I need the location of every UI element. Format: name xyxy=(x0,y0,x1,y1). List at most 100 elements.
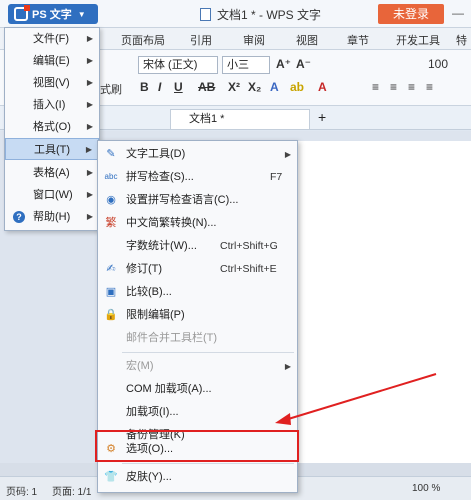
menu-item-view[interactable]: 视图(V) ▶ xyxy=(5,72,99,94)
menu-separator xyxy=(122,352,294,353)
menu-item-spell-language[interactable]: ◉ 设置拼写检查语言(C)... xyxy=(98,189,297,212)
chevron-right-icon: ▶ xyxy=(86,34,93,43)
subscript-icon[interactable]: X₂ xyxy=(248,80,261,94)
wps-logo-icon xyxy=(14,5,30,21)
status-page-count: 页面: 1/1 xyxy=(52,487,92,498)
align-left-icon[interactable]: ≡ xyxy=(372,80,379,94)
menu-item-label: 编辑(E) xyxy=(33,55,70,67)
tab-section[interactable]: 章节 xyxy=(347,32,369,48)
menu-item-compare[interactable]: ▣ 比较(B)... xyxy=(98,281,297,304)
tab-review[interactable]: 审阅 xyxy=(243,32,265,48)
menu-item-tools[interactable]: 工具(T) ▶ xyxy=(5,138,99,160)
menu-item-addins[interactable]: 加载项(I)... xyxy=(98,401,297,424)
tab-view[interactable]: 视图 xyxy=(296,32,318,48)
menu-item-label: 插入(I) xyxy=(33,99,66,111)
menu-item-label: 窗口(W) xyxy=(33,189,73,201)
login-button[interactable]: 未登录 xyxy=(378,4,444,24)
compare-icon: ▣ xyxy=(105,286,117,298)
main-menu: 文件(F) ▶ 编辑(E) ▶ 视图(V) ▶ 插入(I) ▶ 格式(O) ▶ 工具(T)… xyxy=(4,27,100,231)
menu-item-label: 工具(T) xyxy=(34,144,71,156)
tab-developer[interactable]: 开发工具 xyxy=(396,32,440,48)
text-tools-icon: ✎ xyxy=(106,148,116,160)
menu-item-label: 宏(M) xyxy=(126,360,154,372)
spell-check-icon: abc xyxy=(104,172,118,181)
menu-item-file[interactable]: 文件(F) ▶ xyxy=(5,28,99,50)
menu-item-help[interactable]: ? 帮助(H) ▶ xyxy=(5,206,99,228)
font-color-icon[interactable]: A xyxy=(318,80,327,94)
align-right-icon[interactable]: ≡ xyxy=(408,80,415,94)
menu-item-label: 视图(V) xyxy=(33,77,70,89)
grow-font-icon[interactable]: A⁺ xyxy=(276,57,291,71)
chevron-right-icon: ▶ xyxy=(284,362,291,371)
menu-item-label: 帮助(H) xyxy=(33,211,71,223)
menu-item-edit[interactable]: 编辑(E) ▶ xyxy=(5,50,99,72)
italic-icon[interactable]: I xyxy=(158,80,161,94)
menu-item-label: 字数统计(W)... xyxy=(126,240,197,252)
text-effect-icon[interactable]: A xyxy=(270,80,279,94)
lock-icon: 🔒 xyxy=(104,309,118,321)
menu-item-mail-merge: 邮件合并工具栏(T) xyxy=(98,327,297,350)
language-icon: ◉ xyxy=(106,194,116,206)
menu-item-label: 拼写检查(S)... xyxy=(126,171,194,183)
title-bar: PS 文字 ▼ 文档1 * - WPS 文字 未登录 — xyxy=(0,0,471,28)
menu-item-label: 限制编辑(P) xyxy=(126,309,185,321)
menu-item-label: COM 加载项(A)... xyxy=(126,383,212,395)
menu-item-label: 表格(A) xyxy=(33,167,70,179)
superscript-icon[interactable]: X² xyxy=(228,80,240,94)
chevron-right-icon: ▶ xyxy=(86,190,93,199)
chevron-right-icon: ▶ xyxy=(86,168,93,177)
shrink-font-icon[interactable]: A⁻ xyxy=(296,57,311,71)
menu-item-label: 中文简繁转换(N)... xyxy=(126,217,217,229)
menu-item-text-tools[interactable]: ✎ 文字工具(D) ▶ xyxy=(98,143,297,166)
help-icon: ? xyxy=(13,211,25,223)
menu-item-table[interactable]: 表格(A) ▶ xyxy=(5,162,99,184)
menu-item-window[interactable]: 窗口(W) ▶ xyxy=(5,184,99,206)
underline-icon[interactable]: U xyxy=(174,80,183,94)
tab-page-layout[interactable]: 页面布局 xyxy=(121,32,165,48)
menu-item-chinese-conversion[interactable]: 繁中文简繁转换(N)... xyxy=(98,212,297,235)
wps-menu-button[interactable]: PS 文字 ▼ xyxy=(8,4,98,24)
menu-item-label: 格式(O) xyxy=(33,121,71,133)
new-tab-icon[interactable]: + xyxy=(318,109,326,125)
window-title: 文档1 * - WPS 文字 xyxy=(200,6,321,23)
chevron-right-icon: ▶ xyxy=(86,100,93,109)
menu-item-label: 修订(T) xyxy=(126,263,163,275)
menu-item-revision[interactable]: ✍ 修订(T) Ctrl+Shift+E xyxy=(98,258,297,281)
status-page-number: 页码: 1 xyxy=(6,487,38,498)
menu-item-insert[interactable]: 插入(I) ▶ xyxy=(5,94,99,116)
menu-item-macro: 宏(M) ▶ xyxy=(98,355,297,378)
justify-icon[interactable]: ≡ xyxy=(426,80,433,94)
menu-item-label: 设置拼写检查语言(C)... xyxy=(126,194,239,206)
minimize-icon[interactable]: — xyxy=(452,6,464,20)
font-name-select[interactable]: 宋体 (正文) xyxy=(138,56,218,74)
highlight-icon[interactable]: ab xyxy=(290,80,304,94)
bold-icon[interactable]: B xyxy=(140,80,149,94)
menu-item-format[interactable]: 格式(O) ▶ xyxy=(5,116,99,138)
wps-menu-label: PS 文字 xyxy=(32,9,72,21)
font-size-select[interactable]: 小三 xyxy=(222,56,270,74)
document-icon xyxy=(200,8,211,21)
strikethrough-icon[interactable]: AB xyxy=(198,80,215,94)
format-painter-label[interactable]: 式刷 xyxy=(100,81,122,97)
chevron-right-icon: ▶ xyxy=(86,122,93,131)
zoom-value[interactable]: 100 xyxy=(428,57,448,71)
menu-item-label: 加载项(I)... xyxy=(126,406,179,418)
conversion-icon: 繁 xyxy=(105,217,117,229)
menu-item-com-addins[interactable]: COM 加载项(A)... xyxy=(98,378,297,401)
chevron-right-icon: ▶ xyxy=(86,56,93,65)
shirt-icon: 👕 xyxy=(104,471,118,483)
window-title-text: 文档1 * - WPS 文字 xyxy=(217,8,322,22)
document-tab[interactable]: 文档1 * xyxy=(170,109,310,129)
menu-item-shortcut: Ctrl+Shift+G xyxy=(220,240,278,252)
menu-item-word-count[interactable]: 字数统计(W)... Ctrl+Shift+G xyxy=(98,235,297,258)
menu-item-shortcut: F7 xyxy=(270,171,283,183)
revision-icon: ✍ xyxy=(106,263,116,275)
status-zoom[interactable]: 100 % xyxy=(412,483,440,494)
menu-item-restrict-editing[interactable]: 🔒 限制编辑(P) xyxy=(98,304,297,327)
menu-item-spell-check[interactable]: abc 拼写检查(S)... F7 xyxy=(98,166,297,189)
menu-item-skin[interactable]: 👕 皮肤(Y)... xyxy=(98,466,297,489)
menu-item-label: 邮件合并工具栏(T) xyxy=(126,332,218,344)
align-center-icon[interactable]: ≡ xyxy=(390,80,397,94)
tab-references[interactable]: 引用 xyxy=(190,32,212,48)
document-tab-label: 文档1 * xyxy=(189,113,225,125)
